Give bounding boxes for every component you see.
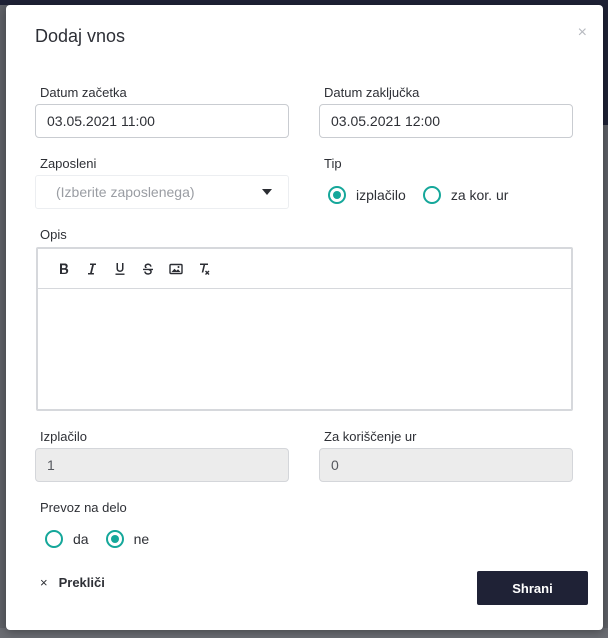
start-date-label: Datum začetka [40, 85, 127, 100]
payout-input: 1 [35, 448, 289, 482]
strikethrough-icon[interactable] [134, 257, 162, 281]
type-label: Tip [324, 156, 342, 171]
description-label: Opis [40, 227, 67, 242]
save-button[interactable]: Shrani [477, 571, 588, 605]
italic-icon[interactable] [78, 257, 106, 281]
end-date-label: Datum zaključka [324, 85, 420, 100]
type-radio-group: izplačilo za kor. ur [328, 186, 525, 204]
hours-usage-label: Za koriščenje ur [324, 429, 417, 444]
cancel-label: Prekliči [58, 575, 105, 590]
bold-icon[interactable] [50, 257, 78, 281]
description-editor [36, 247, 573, 411]
payout-label: Izplačilo [40, 429, 87, 444]
clear-format-icon[interactable] [190, 257, 218, 281]
commute-no-radio[interactable] [105, 530, 124, 548]
cancel-button[interactable]: × Prekliči [40, 575, 105, 590]
add-entry-modal: Dodaj vnos × Datum začetka 03.05.2021 11… [6, 5, 603, 630]
description-textarea[interactable] [38, 289, 571, 409]
close-icon[interactable]: × [578, 25, 587, 41]
end-date-input[interactable]: 03.05.2021 12:00 [319, 104, 573, 138]
type-hours-radio[interactable] [422, 186, 441, 204]
caret-down-icon [262, 189, 272, 195]
type-payout-label[interactable]: izplačilo [356, 187, 406, 203]
start-date-input[interactable]: 03.05.2021 11:00 [35, 104, 289, 138]
employee-select-placeholder: (Izberite zaposlenega) [56, 184, 195, 200]
editor-toolbar [38, 249, 571, 289]
commute-no-label[interactable]: ne [134, 531, 150, 547]
commute-yes-radio[interactable] [45, 530, 63, 548]
image-icon[interactable] [162, 257, 190, 281]
hours-usage-input: 0 [319, 448, 573, 482]
close-icon: × [40, 575, 48, 590]
commute-label: Prevoz na delo [40, 500, 127, 515]
type-payout-radio[interactable] [328, 186, 346, 204]
commute-yes-label[interactable]: da [73, 531, 89, 547]
underline-icon[interactable] [106, 257, 134, 281]
type-hours-label[interactable]: za kor. ur [451, 187, 509, 203]
modal-title: Dodaj vnos [35, 26, 126, 46]
commute-radio-group: da ne [45, 530, 166, 548]
employee-select[interactable]: (Izberite zaposlenega) [35, 175, 289, 209]
employee-label: Zaposleni [40, 156, 97, 171]
